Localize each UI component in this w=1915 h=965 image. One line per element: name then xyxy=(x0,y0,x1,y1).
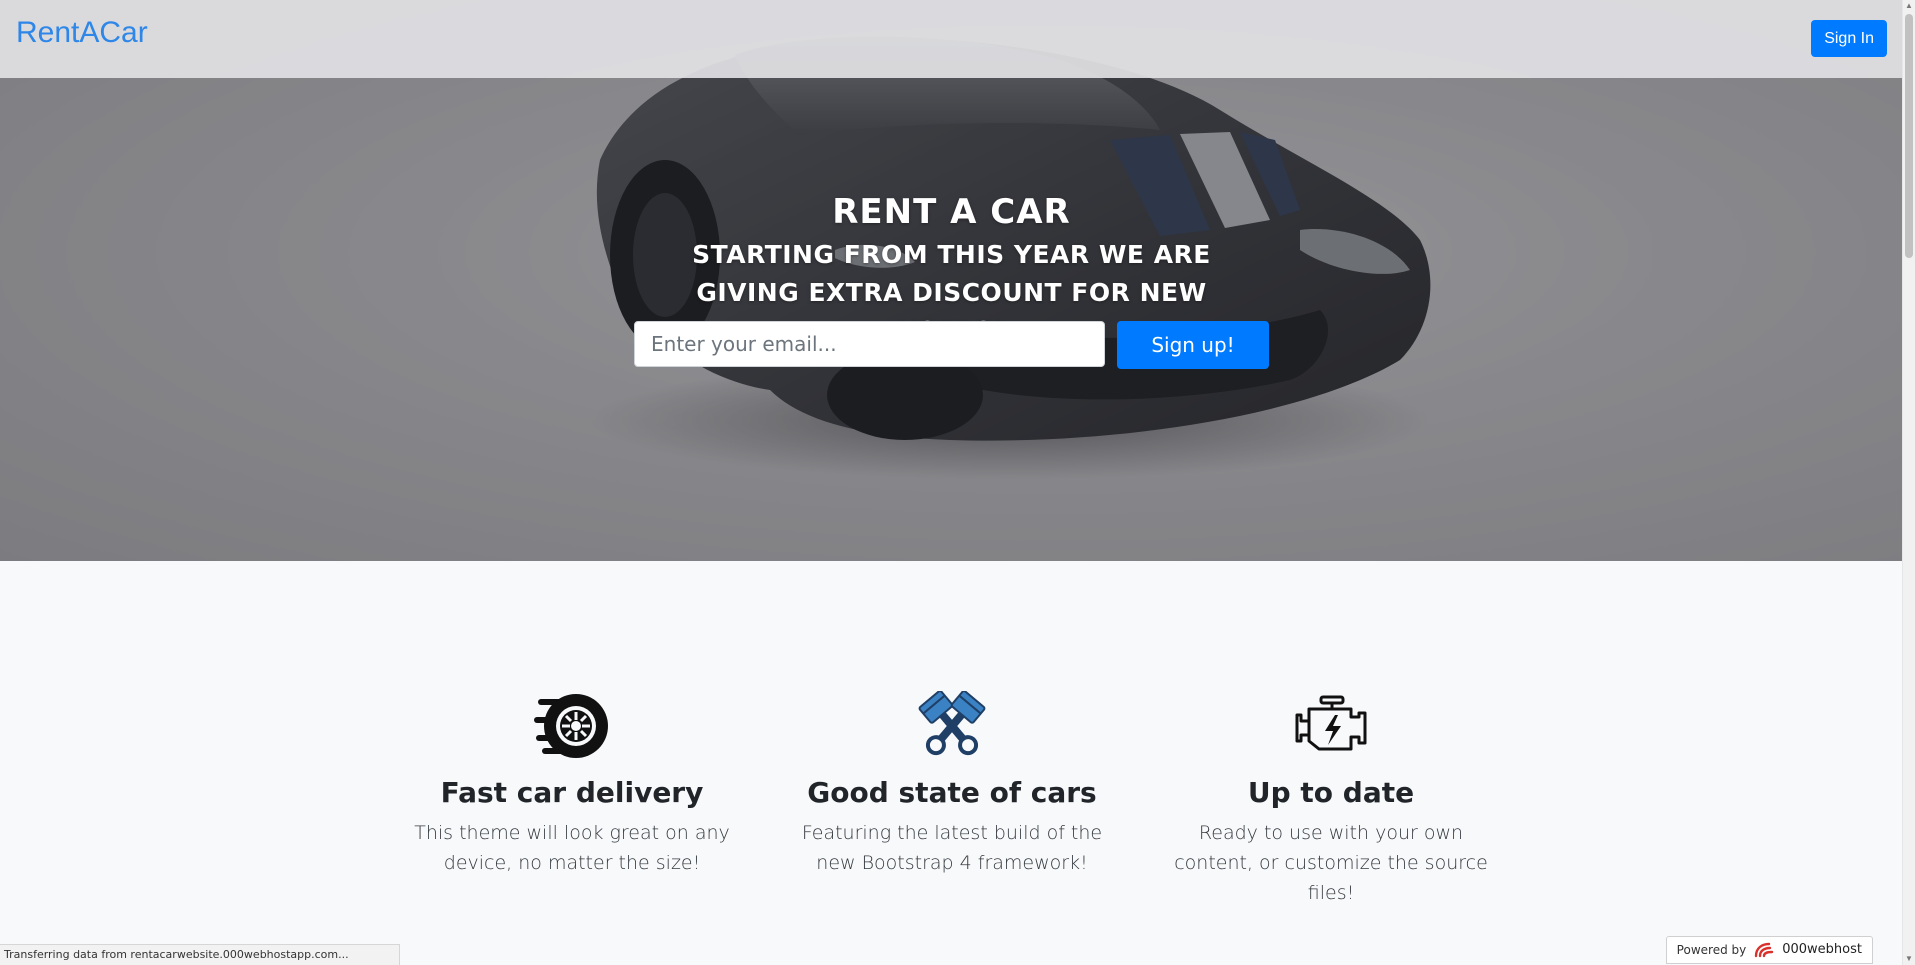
navbar: RentACar Sign In xyxy=(0,0,1903,78)
scroll-thumb[interactable] xyxy=(1905,14,1913,258)
page: RENT A CAR STARTING FROM THIS YEAR WE AR… xyxy=(0,0,1915,965)
feature-text: Ready to use with your own content, or c… xyxy=(1174,822,1488,904)
feature-title: Up to date xyxy=(1247,776,1415,809)
feature-text: This theme will look great on any device… xyxy=(414,822,730,874)
tire-icon xyxy=(534,694,608,758)
crossed-pistons-icon xyxy=(918,691,986,756)
feature-text: Featuring the latest build of the new Bo… xyxy=(801,822,1103,874)
feature-fast-delivery: Fast car delivery This theme will look g… xyxy=(382,691,762,878)
webhost-logo-icon xyxy=(1755,942,1774,958)
powered-by-badge[interactable]: Powered by 000webhost xyxy=(1665,936,1873,964)
feature-up-to-date: Up to date Ready to use with your own co… xyxy=(1141,691,1521,908)
brand-logo[interactable]: RentACar xyxy=(16,16,148,50)
signin-button[interactable]: Sign In xyxy=(1811,20,1887,57)
feature-title: Fast car delivery xyxy=(440,776,704,809)
hero-section: RENT A CAR STARTING FROM THIS YEAR WE AR… xyxy=(0,0,1903,561)
browser-status-bar: Transferring data from rentacarwebsite.0… xyxy=(0,944,400,965)
hero-title: RENT A CAR xyxy=(832,192,1071,232)
feature-good-state: Good state of cars Featuring the latest … xyxy=(762,691,1142,878)
signup-form: Sign up! xyxy=(634,321,1269,369)
powered-by-host: 000webhost xyxy=(1782,942,1862,957)
scroll-down-arrow-icon[interactable]: ▼ xyxy=(1903,953,1915,965)
vertical-scrollbar[interactable]: ▲ ▼ xyxy=(1902,0,1915,965)
powered-by-label: Powered by xyxy=(1676,943,1747,957)
feature-title: Good state of cars xyxy=(807,776,1097,809)
signup-button[interactable]: Sign up! xyxy=(1117,321,1269,369)
features-section: Fast car delivery This theme will look g… xyxy=(0,561,1903,965)
engine-icon xyxy=(1295,695,1367,751)
scroll-up-arrow-icon[interactable]: ▲ xyxy=(1903,0,1915,12)
email-input[interactable] xyxy=(634,321,1105,367)
